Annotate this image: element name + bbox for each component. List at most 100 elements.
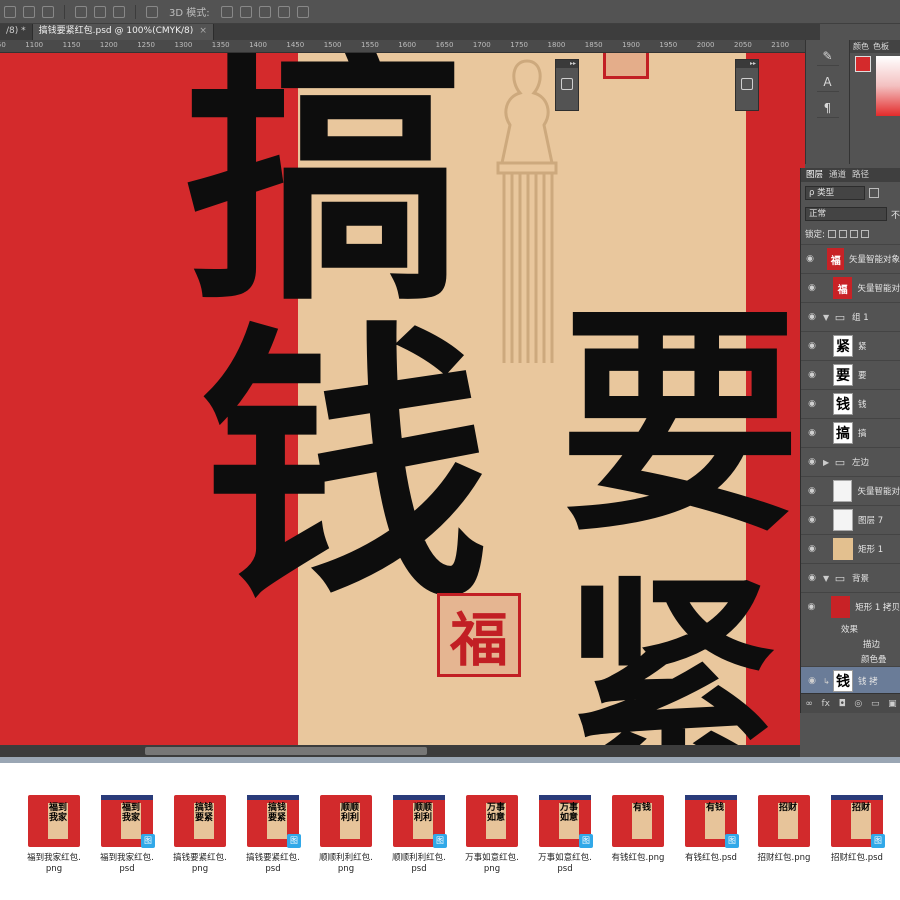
align-center-icon[interactable]: [94, 5, 106, 18]
layer-row[interactable]: ◉ 图层 7: [801, 505, 900, 534]
add-style-icon[interactable]: fx: [821, 699, 830, 709]
visibility-eye-icon[interactable]: ◉: [801, 573, 823, 583]
file-item[interactable]: 万事如意 图 万事如意红包. psd: [530, 793, 600, 875]
document-canvas[interactable]: 搞 钱 要 紧 福 ▸▸ ▸▸: [0, 53, 805, 745]
image-filter-icon[interactable]: [869, 188, 879, 198]
visibility-eye-icon[interactable]: ◉: [801, 515, 823, 525]
file-extension: psd: [557, 864, 573, 874]
3d-rotate-icon[interactable]: [220, 5, 233, 18]
layer-row[interactable]: ◉ 紧 紧: [801, 331, 900, 360]
blend-mode-select[interactable]: 正常: [805, 207, 887, 221]
character-panel-icon[interactable]: A: [816, 72, 839, 92]
envelope-preview: 顺顺利利: [320, 795, 372, 847]
file-item[interactable]: 招财 图 招财红包.psd: [822, 793, 892, 864]
3d-slide-icon[interactable]: [277, 5, 290, 18]
visibility-eye-icon[interactable]: ◉: [801, 399, 823, 409]
file-item[interactable]: 福到我家 福到我家红包. png: [19, 793, 89, 875]
history-icon[interactable]: [561, 78, 573, 90]
3d-roll-icon[interactable]: [239, 5, 252, 18]
ruler-tick-label: 1450: [286, 41, 305, 49]
file-item[interactable]: 顺顺利利 顺顺利利红包. png: [311, 793, 381, 875]
file-item[interactable]: 有钱 图 有钱红包.psd: [676, 793, 746, 864]
file-item[interactable]: 福到我家 图 福到我家红包. psd: [92, 793, 162, 875]
layer-filter-select[interactable]: ρ 类型: [805, 186, 865, 200]
psd-header: [393, 795, 445, 800]
group-toggle-icon[interactable]: ▼: [823, 313, 833, 322]
layer-row[interactable]: ◉ ▼ ▭ 组 1: [801, 302, 900, 331]
properties-icon[interactable]: [741, 78, 753, 90]
effect-item[interactable]: 描边: [801, 636, 900, 651]
paragraph-panel-icon[interactable]: ¶: [816, 98, 839, 118]
visibility-eye-icon[interactable]: ◉: [801, 283, 823, 293]
layer-row[interactable]: ◉ 矢量智能对: [801, 476, 900, 505]
visibility-eye-icon[interactable]: ◉: [801, 254, 819, 264]
layer-row[interactable]: ◉ 要 要: [801, 360, 900, 389]
file-item[interactable]: 有钱 有钱红包.png: [603, 793, 673, 864]
tab-paths[interactable]: 路径: [852, 168, 869, 182]
distribute-icon[interactable]: [146, 5, 158, 18]
3d-drag-icon[interactable]: [258, 5, 271, 18]
align-middle-icon[interactable]: [23, 5, 35, 18]
file-item[interactable]: 搞钱要紧 图 搞钱要紧红包. psd: [238, 793, 308, 875]
align-top-icon[interactable]: [4, 5, 16, 18]
effect-item[interactable]: 颜色叠: [801, 651, 900, 666]
file-name: 招财红包.png: [757, 853, 811, 863]
add-mask-icon[interactable]: ◘: [839, 699, 846, 709]
visibility-eye-icon[interactable]: ◉: [801, 428, 823, 438]
scrollbar-thumb[interactable]: [145, 747, 427, 755]
layer-row[interactable]: ◉ 钱 钱: [801, 389, 900, 418]
brush-settings-icon[interactable]: ✎: [816, 46, 839, 66]
group-toggle-icon[interactable]: ▼: [823, 574, 833, 583]
lock-image-icon[interactable]: [838, 230, 847, 238]
file-item[interactable]: 万事如意 万事如意红包. png: [457, 793, 527, 875]
visibility-eye-icon[interactable]: ◉: [801, 486, 823, 496]
effects-row[interactable]: 效果: [801, 621, 900, 636]
visibility-eye-icon[interactable]: ◉: [801, 370, 823, 380]
link-layers-icon[interactable]: ∞: [805, 699, 813, 709]
visibility-eye-icon[interactable]: ◉: [801, 544, 823, 554]
new-group-icon[interactable]: ▭: [871, 699, 880, 709]
floating-panel-properties[interactable]: ▸▸: [735, 59, 759, 111]
options-bar: 3D 模式:: [0, 0, 900, 24]
foreground-color-swatch[interactable]: [855, 56, 871, 72]
tab-swatches[interactable]: 色板: [873, 40, 889, 53]
panel-collapse-icon[interactable]: ▸▸: [736, 60, 758, 68]
align-right-icon[interactable]: [113, 5, 125, 18]
layer-row[interactable]: ◉ ▼ ▭ 背景: [801, 563, 900, 592]
file-item[interactable]: 搞钱要紧 搞钱要紧红包. png: [165, 793, 235, 875]
visibility-eye-icon[interactable]: ◉: [801, 457, 823, 467]
file-item[interactable]: 招财 招财红包.png: [749, 793, 819, 864]
visibility-eye-icon[interactable]: ◉: [801, 341, 823, 351]
new-layer-icon[interactable]: ▣: [888, 699, 897, 709]
visibility-eye-icon[interactable]: ◉: [801, 676, 823, 686]
visibility-eye-icon[interactable]: ◉: [801, 312, 823, 322]
layer-row[interactable]: ◉ 福 矢量智能对象: [801, 244, 900, 273]
file-item[interactable]: 顺顺利利 图 顺顺利利红包. psd: [384, 793, 454, 875]
horizontal-scrollbar[interactable]: [0, 745, 805, 757]
file-name: 招财红包.psd: [831, 853, 883, 863]
lock-position-icon[interactable]: [849, 230, 858, 238]
floating-panel-history[interactable]: ▸▸: [555, 59, 579, 111]
tab-color[interactable]: 颜色: [853, 40, 869, 53]
tab-channels[interactable]: 通道: [829, 168, 846, 182]
adjustment-layer-icon[interactable]: ◎: [854, 699, 862, 709]
align-left-icon[interactable]: [75, 5, 87, 18]
panel-collapse-icon[interactable]: ▸▸: [556, 60, 578, 68]
layer-row[interactable]: ◉ 搞 搞: [801, 418, 900, 447]
3d-camera-icon[interactable]: [296, 5, 309, 18]
lock-all-icon[interactable]: [860, 230, 869, 238]
layer-row[interactable]: ◉ 矩形 1 拷贝: [801, 592, 900, 621]
visibility-eye-icon[interactable]: ◉: [801, 602, 822, 612]
close-tab-icon[interactable]: ×: [199, 26, 207, 36]
group-toggle-icon[interactable]: ▶: [823, 458, 833, 467]
layer-row[interactable]: ◉ ▶ ▭ 左边: [801, 447, 900, 476]
layer-row-selected[interactable]: ◉ ↳ 钱 钱 拷: [801, 666, 900, 695]
lock-pixels-icon[interactable]: [827, 230, 836, 238]
tab-previous-document[interactable]: /8) *: [0, 24, 33, 40]
tab-active-document[interactable]: 搞钱要紧红包.psd @ 100%(CMYK/8) ×: [32, 24, 214, 40]
color-spectrum[interactable]: [876, 56, 900, 116]
tab-layers[interactable]: 图层: [806, 168, 823, 182]
align-bottom-icon[interactable]: [42, 5, 54, 18]
layer-row[interactable]: ◉ 矩形 1: [801, 534, 900, 563]
layer-row[interactable]: ◉ 福 矢量智能对: [801, 273, 900, 302]
